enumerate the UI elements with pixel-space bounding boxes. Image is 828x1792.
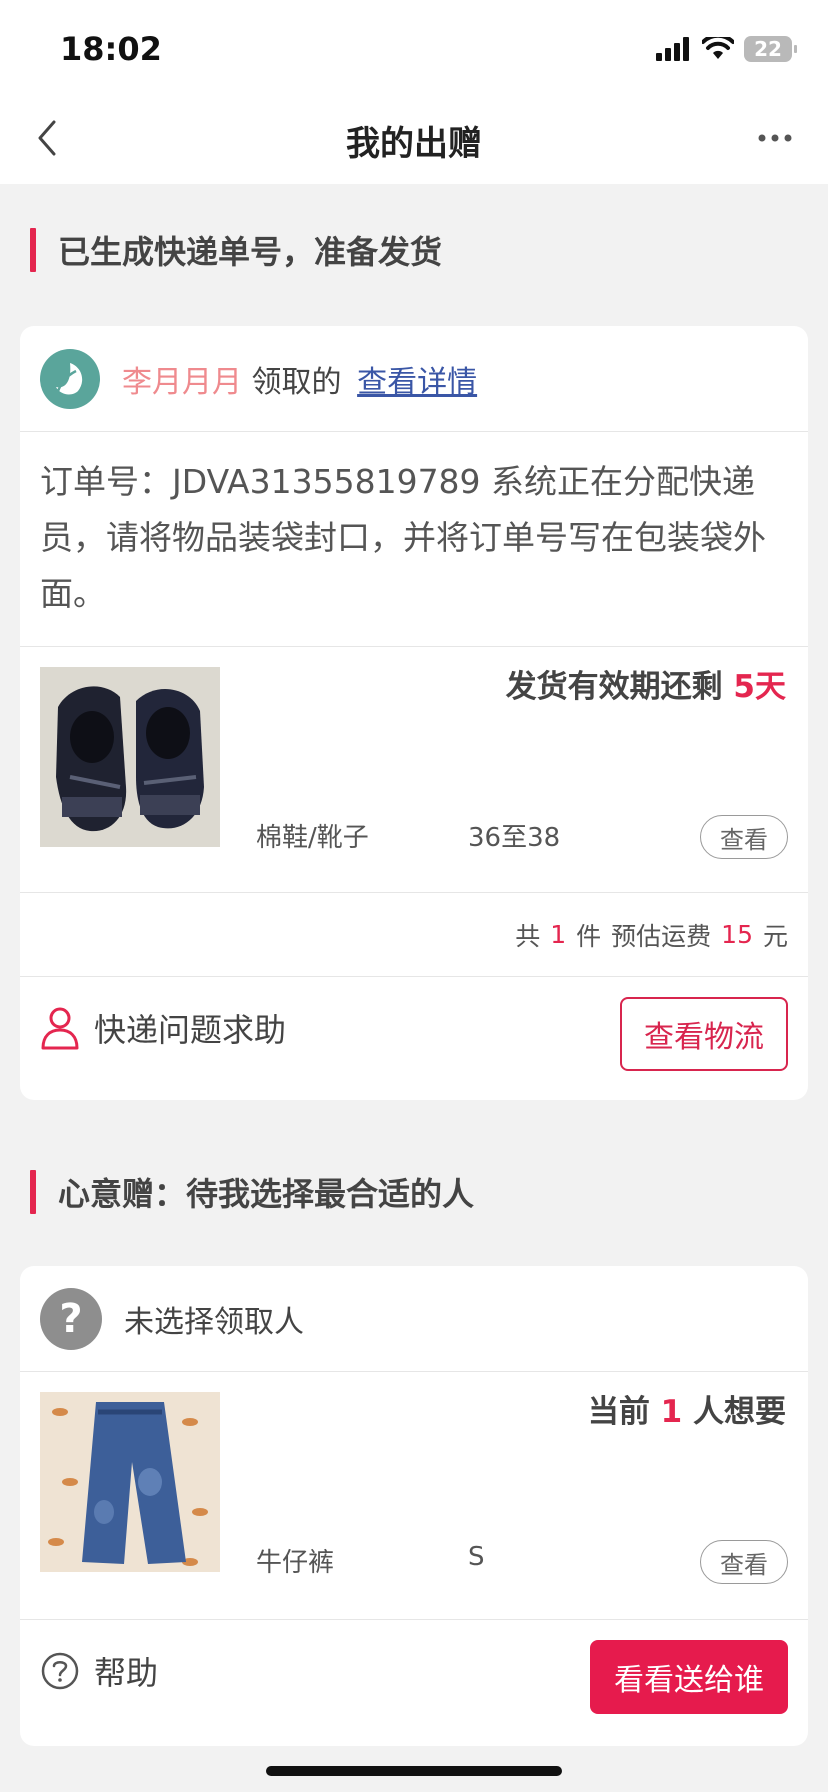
more-dots-icon[interactable] [750,118,800,158]
courier-help-label: 快递问题求助 [94,1011,287,1049]
leaf-icon [56,362,83,394]
deadline-value: 5天 [733,669,786,705]
section-title-shipping: 已生成快递单号，准备发货 [30,228,442,272]
section-title-text: 心意赠：待我选择最合适的人 [58,1175,475,1213]
summary-currency: 元 [762,921,788,951]
section-title-pending: 心意赠：待我选择最合适的人 [30,1170,474,1214]
receiver-name: 李月月月 [122,364,242,400]
want-count-info: 当前 1 人想要 [588,1386,786,1431]
item-photo-shoes[interactable] [40,667,220,847]
question-avatar-icon: ? [40,1287,102,1350]
shoes-photo-icon [40,667,220,847]
want-suffix: 人想要 [693,1394,786,1430]
receiver-avatar-logo-icon [40,348,100,409]
status-time: 18:02 [60,30,162,68]
view-item-button[interactable]: 查看 [700,1540,788,1584]
summary-count: 1 [550,920,567,949]
status-bar: 18:02 22 [0,0,828,92]
help-circle-icon [41,1652,79,1690]
donation-card-shipping: 李月月月 领取的 查看详情 订单号：JDVA31355819789 系统正在分配… [20,326,808,1100]
nav-bar: 我的出赠 [0,92,828,184]
page-title: 我的出赠 [346,124,482,164]
item-size: 36至38 [468,823,561,853]
help-label: 帮助 [94,1654,159,1692]
card-actions: 帮助 看看送给谁 [20,1620,808,1746]
order-summary: 共 1 件 预估运费 15 元 [20,893,808,977]
receiver-suffix: 领取的 [251,364,342,400]
item-category: 棉鞋/靴子 [256,823,369,853]
want-prefix: 当前 [587,1394,650,1430]
item-category: 牛仔裤 [256,1548,335,1578]
receiver-row: ? 未选择领取人 [20,1266,808,1372]
courier-help[interactable]: 快递问题求助 [40,1005,286,1051]
section-accent-bar [30,228,36,272]
item-photo-jeans[interactable] [40,1392,220,1572]
receiver-row: 李月月月 领取的 查看详情 [20,326,808,432]
summary-fee-label: 预估运费 [611,921,712,951]
wifi-icon [702,37,734,59]
summary-prefix: 共 [515,921,541,951]
donation-card-pending: ? 未选择领取人 当前 1 人想要 牛仔裤 S 查看 帮助 看看送给谁 [20,1266,808,1746]
summary-fee: 15 [721,920,753,949]
section-accent-bar [30,1170,36,1214]
item-row-shoes: 发货有效期还剩 5天 棉鞋/靴子 36至38 查看 [20,647,808,893]
receiver-info: 李月月月 领取的 查看详情 [122,357,477,401]
home-indicator [266,1766,562,1776]
view-item-button[interactable]: 查看 [700,815,788,859]
ship-deadline: 发货有效期还剩 5天 [506,661,786,706]
help-link[interactable]: 帮助 [40,1648,158,1694]
status-icons: 22 [656,34,797,64]
section-title-text: 已生成快递单号，准备发货 [58,233,443,271]
want-count: 1 [660,1394,683,1430]
person-icon [41,1007,79,1050]
item-row-jeans: 当前 1 人想要 牛仔裤 S 查看 [20,1372,808,1620]
card-actions: 快递问题求助 查看物流 [20,977,808,1100]
deadline-prefix: 发货有效期还剩 [505,669,723,705]
battery-icon: 22 [744,36,797,62]
jeans-photo-icon [40,1392,220,1572]
signal-icon [656,37,689,61]
item-size: S [468,1542,485,1572]
summary-unit: 件 [576,921,602,951]
view-logistics-button[interactable]: 查看物流 [620,997,788,1071]
order-message: 订单号：JDVA31355819789 系统正在分配快递员，请将物品装袋封口，并… [20,432,808,647]
choose-recipient-button[interactable]: 看看送给谁 [590,1640,788,1714]
view-detail-link[interactable]: 查看详情 [357,365,477,400]
receiver-placeholder: 未选择领取人 [124,1304,304,1340]
